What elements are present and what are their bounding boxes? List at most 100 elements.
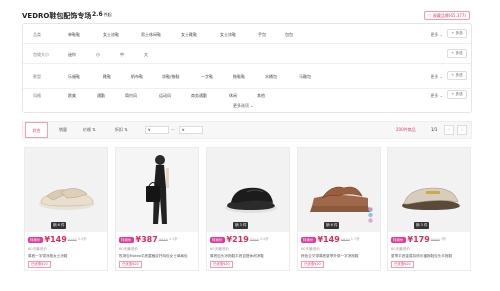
filter-label: 款型 [33, 74, 41, 79]
product-title[interactable]: 夏季平底金属扣饰乐福拖鞋包头半拖鞋 [391, 254, 469, 259]
brand-header: VEDRO鞋包配饰专场 2.6件起 ♡ 收藏品牌(65,377) [22, 10, 470, 22]
filter-row-style-type: 款型 乐福鞋 靴鞋 帆布鞋 凉鞋/拖鞋 一字鞋 拖鞋鞋 水桶包 马鞍包 更多 ⌄… [23, 64, 471, 89]
more-options-link[interactable]: 更多 ⌄ [430, 93, 443, 99]
price-line: 特卖价 ¥149¥9391.7折 [301, 235, 360, 246]
sale-badge: 特卖价 [391, 236, 406, 243]
product-image[interactable] [116, 148, 198, 232]
filter-option[interactable]: 女士靴鞋 [181, 32, 197, 38]
sold-count-tag: 销 3 件 [414, 222, 430, 229]
product-title[interactable]: 厚底一字带凉拖女士凉鞋 [28, 254, 106, 259]
filter-option[interactable]: 女士凉鞋 [220, 32, 236, 38]
filter-option[interactable]: 欧美 [68, 93, 76, 99]
price-min-input[interactable]: ¥ [145, 126, 169, 134]
lowest-price-label: 60天最低价 [391, 247, 410, 251]
original-price: ¥499 [430, 237, 440, 242]
filter-option[interactable]: 迷你 [68, 52, 76, 58]
lowest-price-label: 60天最低价 [210, 247, 229, 251]
lowest-price-label: 60天最低价 [119, 247, 138, 251]
product-card[interactable]: 特卖价 ¥387¥9394.1折 60天最低价 牧场包Mateo平底菱格纹托特包女… [115, 147, 199, 271]
product-title[interactable]: 棕色交叉带厚底夏季外穿一字凉拖鞋 [301, 254, 379, 259]
item-count: 2.6件起 [92, 11, 112, 18]
filter-option[interactable]: 单鞋鞋 [68, 32, 80, 38]
filter-option[interactable]: 水桶包 [265, 74, 277, 80]
product-title[interactable]: 牧场包Mateo平底菱格纹托特包女士单肩包 [119, 254, 197, 259]
filter-option[interactable]: 帆布鞋 [131, 74, 143, 80]
filter-label: 包袋大小 [33, 52, 49, 57]
product-image[interactable]: 销 6 件 [25, 148, 107, 232]
filter-option[interactable]: 包包 [285, 32, 293, 38]
multi-select-button[interactable]: + 多选 [447, 29, 467, 38]
filter-panel: 品类 单鞋鞋 女士凉鞋 男士休闲鞋 女士靴鞋 女士凉鞋 手包 包包 更多 ⌄ +… [22, 23, 472, 113]
sort-tab-comprehensive[interactable]: 综合 [25, 122, 48, 138]
sort-tab-sales[interactable]: 销量 [59, 122, 67, 138]
filter-option[interactable]: 小 [96, 52, 100, 58]
more-options-link[interactable]: 更多 ⌄ [430, 32, 443, 38]
favorite-brand-button[interactable]: ♡ 收藏品牌(65,377) [424, 11, 470, 20]
multi-select-button[interactable]: + 多选 [447, 71, 467, 80]
sale-badge: 特卖价 [28, 236, 43, 243]
filter-option[interactable]: 靴鞋 [103, 74, 111, 80]
filter-option[interactable]: 拖鞋鞋 [233, 74, 245, 80]
filter-option[interactable]: 乐福鞋 [68, 74, 80, 80]
filter-row-style: 风格 欧美 通勤 简约风 运动风 商务通勤 休闲 其他 更多 ⌄ + 多选 [23, 89, 471, 103]
original-price: ¥489 [67, 237, 77, 242]
filter-option[interactable]: 简约风 [125, 93, 137, 99]
lowest-price-label: 60天最低价 [301, 247, 320, 251]
multi-select-button[interactable]: + 多选 [447, 49, 467, 58]
next-page-button[interactable]: › [457, 125, 467, 135]
sale-price: ¥149 [44, 235, 67, 244]
product-title[interactable]: 厚底包头凉拖鞋平底百搭休闲凉鞋 [210, 254, 288, 259]
sale-badge: 特卖价 [301, 236, 316, 243]
original-price: ¥939 [158, 237, 168, 242]
filter-option[interactable]: 运动风 [159, 93, 171, 99]
sale-price: ¥179 [407, 235, 430, 244]
discount: 4.4折 [259, 237, 269, 241]
filter-row-bag-size: 包袋大小 迷你 小 中 大 + 多选 [23, 44, 471, 64]
filter-option[interactable]: 其他 [257, 93, 265, 99]
filter-option[interactable]: 一字鞋 [201, 74, 213, 80]
price-line: 特卖价 ¥219¥4994.4折 [210, 235, 269, 246]
filter-label: 品类 [33, 32, 41, 37]
filter-option[interactable]: 商务通勤 [191, 93, 207, 99]
count-value: 2.6 [92, 11, 103, 18]
multi-select-button[interactable]: + 多选 [447, 90, 467, 99]
prev-page-button[interactable]: ‹ [444, 125, 454, 135]
price-line: 特卖价 ¥387¥9394.1折 [119, 235, 178, 246]
filter-option[interactable]: 马鞍包 [299, 74, 311, 80]
sale-price: ¥149 [317, 235, 340, 244]
filter-option[interactable]: 大 [144, 52, 148, 58]
product-card[interactable]: 销 3 件 特卖价 ¥219¥4994.4折 60天最低价 厚底包头凉拖鞋平底百搭… [206, 147, 290, 271]
coupon-tag: 已优惠¥20 [210, 261, 233, 268]
product-image[interactable]: 销 3 件 [207, 148, 289, 232]
price-range-separator: — [171, 127, 175, 132]
sale-price: ¥219 [226, 235, 249, 244]
sale-price: ¥387 [135, 235, 158, 244]
filter-option[interactable]: 凉鞋/拖鞋 [162, 74, 179, 80]
product-card[interactable]: 销 6 件 特卖价 ¥149¥4893.4折 60天最低价 厚底一字带凉拖女士凉鞋… [24, 147, 108, 271]
filter-option[interactable]: 通勤 [97, 93, 105, 99]
filter-option[interactable]: 中 [120, 52, 124, 58]
filter-option[interactable]: 女士凉鞋 [103, 32, 119, 38]
sold-count-tag: 销 3 件 [233, 222, 249, 229]
price-max-input[interactable]: ¥ [179, 126, 203, 134]
filter-option[interactable]: 休闲 [229, 93, 237, 99]
product-card[interactable]: 销 3 件 特卖价 ¥179¥4993折 60天最低价 夏季平底金属扣饰乐福拖鞋包… [387, 147, 471, 271]
more-filter-options-toggle[interactable]: 更多选项 ⌄ [233, 103, 254, 109]
coupon-tag: 已优惠¥20 [28, 261, 51, 268]
original-price: ¥499 [249, 237, 259, 242]
filter-option[interactable]: 手包 [258, 32, 266, 38]
coupon-tag: 已优惠¥20 [119, 261, 142, 268]
sort-tab-discount[interactable]: 折扣 ⇅ [115, 122, 128, 138]
color-swatch-icon[interactable] [368, 207, 373, 225]
sort-tab-price[interactable]: 价格 ⇅ [83, 122, 96, 138]
count-unit: 件起 [103, 12, 112, 17]
filter-row-category: 品类 单鞋鞋 女士凉鞋 男士休闲鞋 女士靴鞋 女士凉鞋 手包 包包 更多 ⌄ +… [23, 24, 471, 44]
sale-badge: 特卖价 [210, 236, 225, 243]
coupon-tag: 已优惠¥20 [301, 261, 324, 268]
filter-option[interactable]: 男士休闲鞋 [141, 32, 161, 38]
original-price: ¥939 [340, 237, 350, 242]
product-image[interactable]: 销 3 件 [388, 148, 470, 232]
more-options-link[interactable]: 更多 ⌄ [430, 74, 443, 80]
sale-badge: 特卖价 [119, 236, 134, 243]
discount: 1.7折 [350, 237, 360, 241]
